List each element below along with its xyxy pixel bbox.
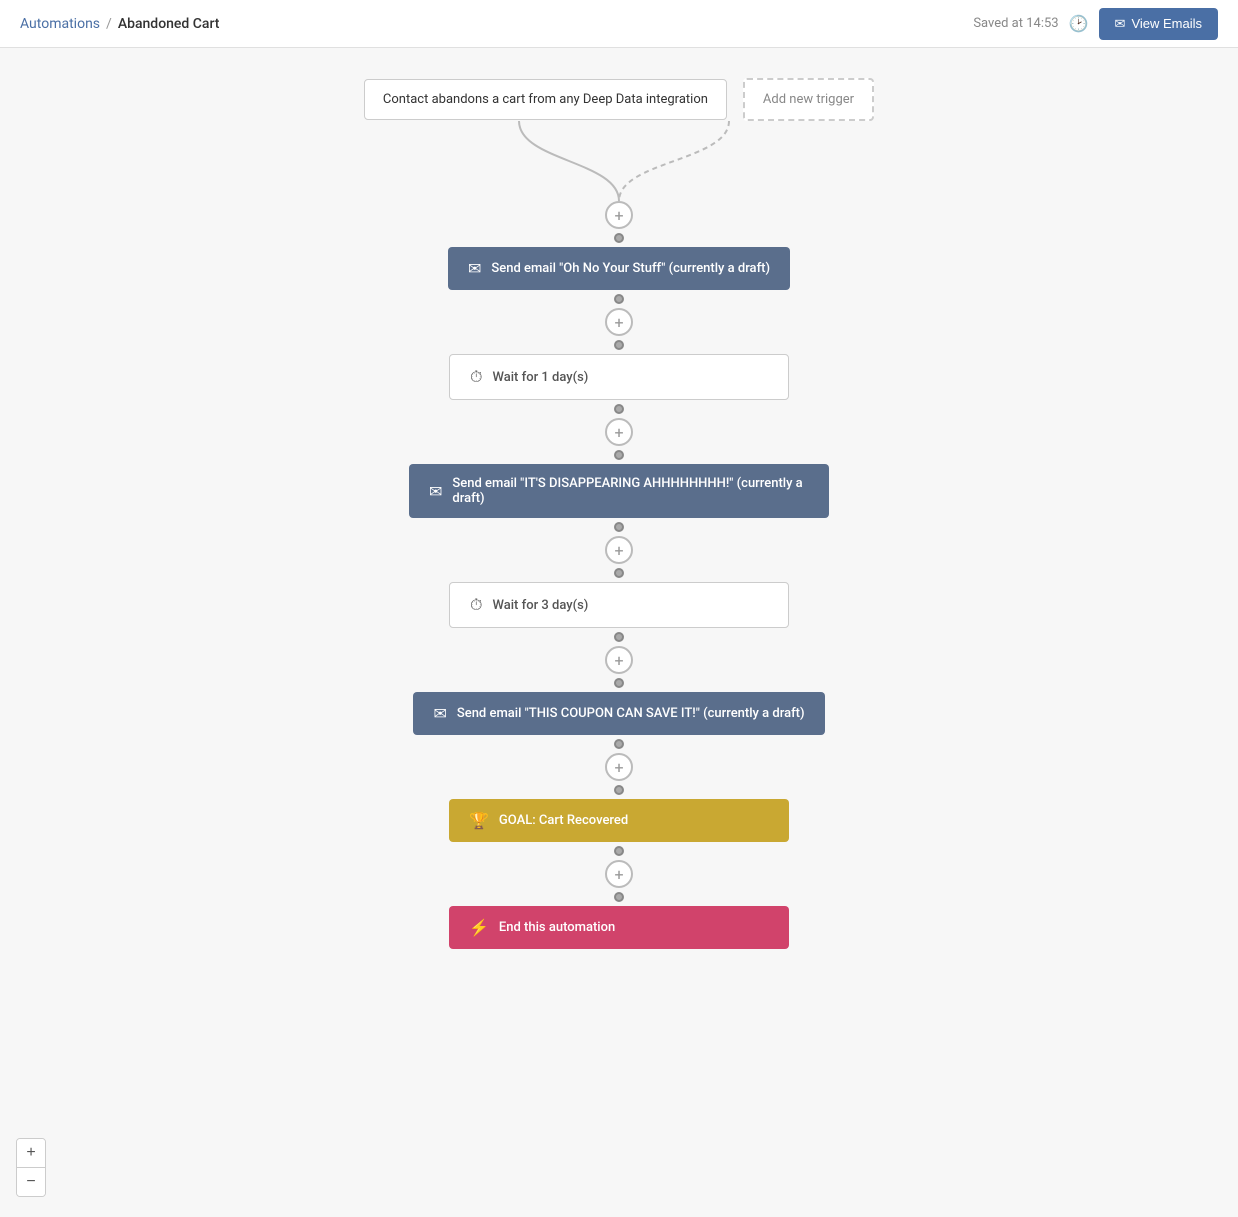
wait-step-icon-1: ⏱ (470, 367, 482, 387)
header-right: Saved at 14:53 🕑 ✉ View Emails (973, 8, 1218, 40)
zoom-out-button[interactable]: − (17, 1168, 45, 1196)
connector-dot-9 (614, 739, 624, 749)
breadcrumb-current-page: Abandoned Cart (118, 16, 220, 32)
automation-canvas: Contact abandons a cart from any Deep Da… (0, 48, 1238, 1217)
email-step-icon-1: ✉ (468, 259, 481, 278)
flow-container: Contact abandons a cart from any Deep Da… (0, 48, 1238, 949)
connector-dot-4 (614, 450, 624, 460)
wait-step-icon-2: ⏱ (470, 595, 482, 615)
trigger-row: Contact abandons a cart from any Deep Da… (364, 78, 874, 121)
step-email-1[interactable]: ✉ Send email "Oh No Your Stuff" (current… (448, 247, 790, 290)
add-step-button-3[interactable]: + (605, 536, 633, 564)
connector-dot-7 (614, 632, 624, 642)
connector-dot-3 (614, 404, 624, 414)
email-icon: ✉ (1115, 16, 1126, 32)
history-icon[interactable]: 🕑 (1069, 14, 1089, 33)
connector-dot-11 (614, 846, 624, 856)
connector-dot-10 (614, 785, 624, 795)
connector-dot-1 (614, 294, 624, 304)
goal-step-icon: 🏆 (469, 811, 489, 830)
end-step-icon: ⚡ (469, 918, 489, 937)
step-end[interactable]: ⚡ End this automation (449, 906, 789, 949)
add-step-button-5[interactable]: + (605, 753, 633, 781)
breadcrumb-automations-link[interactable]: Automations (20, 16, 100, 32)
saved-status: Saved at 14:53 (973, 16, 1058, 31)
trigger-connector-svg (419, 121, 819, 201)
email-step-icon-3: ✉ (433, 704, 446, 723)
add-step-button-0[interactable]: + (605, 201, 633, 229)
step-goal-1[interactable]: 🏆 GOAL: Cart Recovered (449, 799, 789, 842)
step-email-3[interactable]: ✉ Send email "THIS COUPON CAN SAVE IT!" … (413, 692, 824, 735)
connector-dot-12 (614, 892, 624, 902)
add-step-button-1[interactable]: + (605, 308, 633, 336)
primary-trigger[interactable]: Contact abandons a cart from any Deep Da… (364, 79, 727, 120)
add-step-button-2[interactable]: + (605, 418, 633, 446)
zoom-in-button[interactable]: + (17, 1139, 45, 1167)
breadcrumb-separator: / (106, 16, 112, 32)
connector-dot-8 (614, 678, 624, 688)
connector-dot-5 (614, 522, 624, 532)
connector-dot-2 (614, 340, 624, 350)
email-step-icon-2: ✉ (429, 482, 442, 501)
add-step-button-6[interactable]: + (605, 860, 633, 888)
step-wait-2[interactable]: ⏱ Wait for 3 day(s) (449, 582, 789, 628)
zoom-controls: + − (16, 1138, 46, 1197)
step-email-2[interactable]: ✉ Send email "IT'S DISAPPEARING AHHHHHHH… (409, 464, 829, 518)
view-emails-button[interactable]: ✉ View Emails (1099, 8, 1218, 40)
header: Automations / Abandoned Cart Saved at 14… (0, 0, 1238, 48)
connector-dot-0 (614, 233, 624, 243)
flow-step-0: + ✉ Send email "Oh No Your Stuff" (curre… (409, 201, 829, 949)
breadcrumb: Automations / Abandoned Cart (20, 16, 219, 32)
step-wait-1[interactable]: ⏱ Wait for 1 day(s) (449, 354, 789, 400)
connector-dot-6 (614, 568, 624, 578)
add-trigger-button[interactable]: Add new trigger (743, 78, 874, 121)
add-step-button-4[interactable]: + (605, 646, 633, 674)
